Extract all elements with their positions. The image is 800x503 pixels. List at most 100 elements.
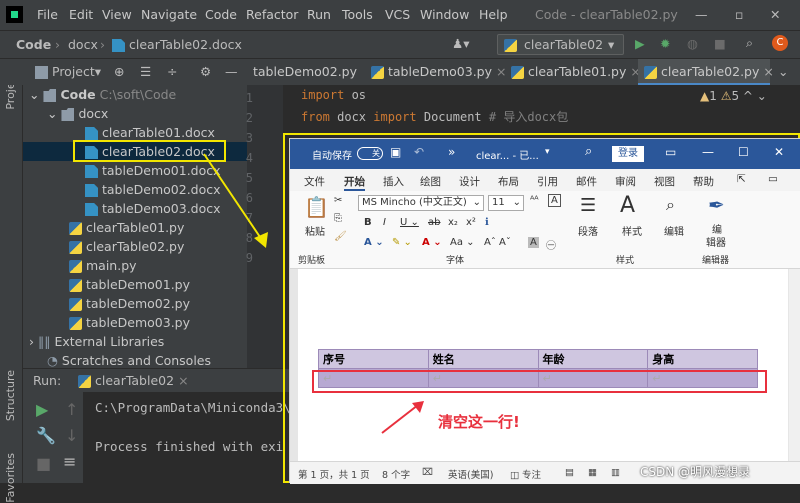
paragraph-icon[interactable]: ☰ (580, 195, 596, 216)
web-layout-icon[interactable]: ▥ (611, 467, 620, 478)
user-icon[interactable]: ♟▾ (452, 36, 469, 51)
soft-wrap-icon[interactable]: ≡ (63, 452, 76, 471)
clear-format-icon[interactable]: A (548, 194, 561, 207)
font-name-select[interactable]: MS Mincho (中文正文) ⌄ (358, 195, 484, 211)
rerun-icon[interactable]: ▶ (36, 400, 48, 419)
close-icon[interactable]: ✕ (774, 145, 784, 159)
menu-help[interactable]: Help (479, 7, 508, 22)
update-icon[interactable]: C (772, 35, 788, 51)
paste-icon[interactable]: 📋 (304, 195, 329, 219)
search-icon[interactable]: ⌕ (585, 144, 592, 159)
copy-icon[interactable]: ⎘ (334, 213, 342, 224)
menu-navigate[interactable]: Navigate (141, 7, 197, 22)
bold-icon[interactable]: B (364, 217, 372, 228)
table-header-cell[interactable]: 姓名 (427, 349, 539, 369)
run-config-select[interactable]: clearTable02 ▾ (497, 34, 624, 55)
word-count[interactable]: 8 个字 (382, 467, 410, 481)
favorites-tool-tab[interactable]: Favorites (4, 453, 17, 503)
page-count[interactable]: 第 1 页，共 1 页 (298, 467, 370, 481)
coverage-icon[interactable]: ◍ (687, 36, 698, 51)
stop-icon[interactable]: ■ (714, 36, 726, 51)
undo-icon[interactable]: ↶ (414, 145, 424, 159)
change-case-icon[interactable]: Aa ⌄ (450, 237, 475, 248)
save-icon[interactable]: ▣ (390, 145, 401, 159)
cut-icon[interactable]: ✂ (334, 195, 342, 206)
tree-file[interactable]: tableDemo03.py (69, 313, 190, 332)
word-tab-view[interactable]: 视图 (654, 174, 675, 189)
breadcrumb-folder[interactable]: docx (68, 37, 98, 52)
stop-icon[interactable]: ■ (36, 454, 51, 473)
table-header-cell[interactable]: 序号 (318, 349, 429, 369)
word-tab-file[interactable]: 文件 (304, 174, 325, 189)
word-tab-layout[interactable]: 布局 (498, 174, 519, 189)
styles-button[interactable]: 样式 (622, 223, 642, 238)
word-tab-references[interactable]: 引用 (537, 174, 558, 189)
comment-icon[interactable]: ▭ (768, 173, 778, 185)
tree-root[interactable]: ⌄ Code C:\soft\Code (29, 85, 176, 104)
word-tab-review[interactable]: 审阅 (615, 174, 636, 189)
run-icon[interactable]: ▶ (635, 36, 645, 51)
print-layout-icon[interactable]: ▦ (588, 467, 597, 478)
menu-vcs[interactable]: VCS (385, 7, 410, 22)
down-icon[interactable]: ↓ (65, 426, 78, 445)
char-shading-icon[interactable]: A (528, 237, 539, 248)
format-painter-icon[interactable]: 🖌 (334, 231, 347, 242)
tree-external-libraries[interactable]: › ‖‖ External Libraries (29, 332, 164, 351)
vertical-scrollbar[interactable] (789, 269, 800, 461)
tree-file[interactable]: main.py (69, 256, 137, 275)
close-icon[interactable]: ✕ (770, 7, 780, 22)
paste-button[interactable]: 粘贴 (305, 223, 325, 238)
word-tab-insert[interactable]: 插入 (383, 174, 404, 189)
styles-icon[interactable]: A (620, 193, 635, 218)
chevron-down-icon[interactable]: ⌄ (778, 64, 788, 79)
tree-file[interactable]: tableDemo02.py (69, 294, 190, 313)
tab-tabledemo03[interactable]: tableDemo03.py × (365, 59, 506, 86)
menu-window[interactable]: Window (420, 7, 469, 22)
run-tab[interactable]: clearTable02 × (78, 373, 189, 388)
tree-file[interactable]: clearTable01.py (69, 218, 184, 237)
ribbon-options-icon[interactable]: ▭ (665, 145, 676, 159)
debug-icon[interactable]: ✹ (660, 36, 670, 51)
target-icon[interactable]: ⊕ (114, 64, 124, 79)
read-mode-icon[interactable]: ▤ (565, 467, 574, 478)
hide-icon[interactable]: — (225, 64, 238, 79)
grow-font-icon[interactable]: Aˆ Aˇ (484, 237, 511, 248)
font-grow-icon[interactable]: ᴬᴬ (530, 195, 539, 206)
menu-code[interactable]: Code (205, 7, 237, 22)
login-button[interactable]: 登录 (612, 146, 644, 162)
menu-file[interactable]: File (37, 7, 58, 22)
subscript-icon[interactable]: x₂ (448, 217, 458, 228)
proofing-icon[interactable]: ⌧ (422, 467, 433, 478)
strikethrough-icon[interactable]: ab (428, 217, 440, 228)
editing-button[interactable]: 编辑 (664, 223, 684, 238)
focus-mode[interactable]: ◫ 专注 (510, 467, 541, 481)
more-icon[interactable]: » (448, 145, 455, 159)
phonetic-icon[interactable]: ℹ (485, 217, 489, 228)
maximize-icon[interactable]: ☐ (738, 145, 749, 159)
tab-cleartable02[interactable]: clearTable02.py × (638, 59, 774, 86)
tab-tabledemo02[interactable]: tableDemo02.py (247, 59, 359, 86)
menu-view[interactable]: View (102, 7, 132, 22)
breadcrumb-file[interactable]: clearTable02.docx (112, 37, 242, 52)
search-icon[interactable]: ⌕ (746, 35, 753, 51)
italic-icon[interactable]: I (383, 217, 386, 228)
wrench-icon[interactable]: 🔧 (36, 426, 56, 445)
tree-file[interactable]: tableDemo01.py (69, 275, 190, 294)
word-tab-home[interactable]: 开始 (344, 174, 365, 191)
word-tab-design[interactable]: 设计 (459, 174, 480, 189)
autosave-toggle[interactable]: 关 (357, 147, 383, 160)
highlight-icon[interactable]: ✎ ⌄ (392, 237, 412, 248)
tree-folder-docx[interactable]: ⌄ docx (47, 104, 108, 123)
tree-file[interactable]: clearTable02.py (69, 237, 184, 256)
inspection-widget[interactable]: ▲1 ⚠5 ^ ⌄ (700, 89, 767, 103)
language[interactable]: 英语(美国) (448, 467, 493, 481)
menu-refactor[interactable]: Refactor (246, 7, 298, 22)
up-icon[interactable]: ↑ (65, 400, 78, 419)
menu-edit[interactable]: Edit (69, 7, 93, 22)
enclose-char-icon[interactable]: ㊀ (546, 237, 556, 252)
superscript-icon[interactable]: x² (466, 217, 476, 228)
minimize-icon[interactable]: — (702, 145, 714, 159)
expand-icon[interactable]: ÷ (167, 64, 177, 79)
word-tab-mailings[interactable]: 邮件 (576, 174, 597, 189)
chevron-down-icon[interactable]: ▾ (545, 147, 550, 157)
